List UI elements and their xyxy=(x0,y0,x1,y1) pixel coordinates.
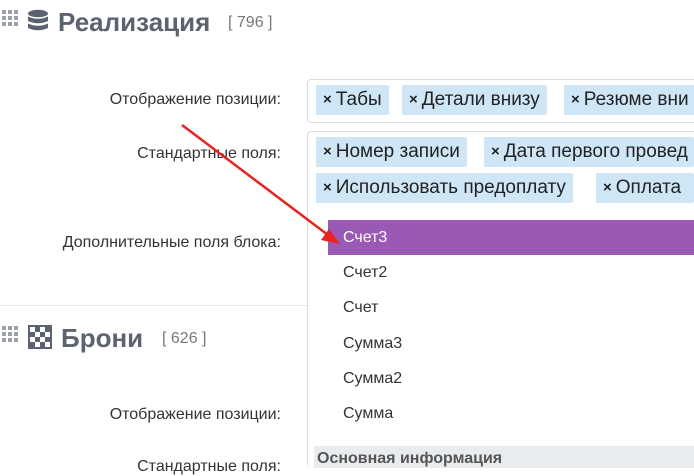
annotation-arrow xyxy=(181,124,340,244)
